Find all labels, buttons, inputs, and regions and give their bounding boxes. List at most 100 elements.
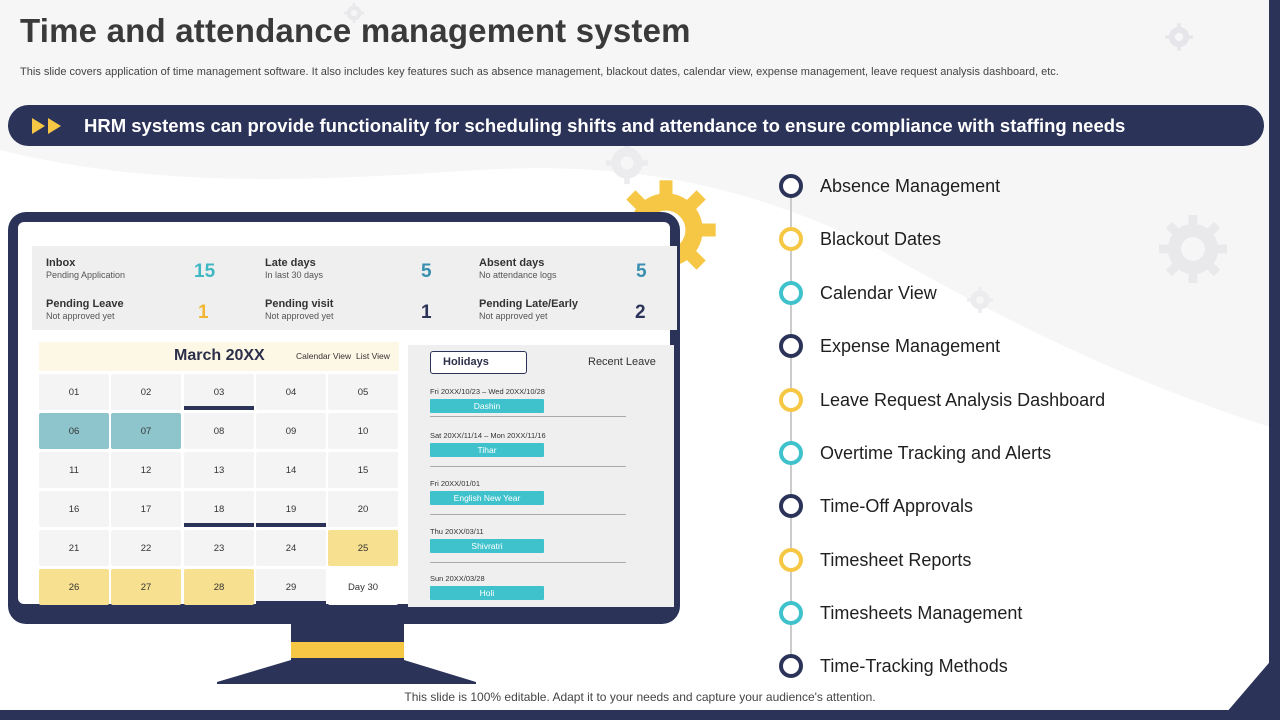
calendar-day[interactable]: 10	[328, 413, 398, 449]
footer-note: This slide is 100% editable. Adapt it to…	[404, 690, 876, 704]
calendar-day[interactable]: 12	[111, 452, 181, 488]
calendar-day[interactable]: 02	[111, 374, 181, 410]
feature-label: Calendar View	[820, 282, 937, 303]
stat-title: Late days	[265, 257, 316, 269]
day-number: 27	[140, 581, 152, 593]
holiday-name: Holi	[430, 586, 544, 600]
stat-pending-leave[interactable]: Pending Leave Not approved yet 1	[46, 298, 246, 334]
list-view-toggle[interactable]: List View	[356, 351, 390, 361]
feature-item[interactable]: Overtime Tracking and Alerts	[779, 441, 1051, 465]
calendar-day[interactable]: 08	[184, 413, 254, 449]
day-number: 09	[285, 425, 297, 437]
day-number: 17	[140, 503, 152, 515]
day-number: 12	[140, 464, 152, 476]
stat-absent-days[interactable]: Absent days No attendance logs 5	[479, 257, 679, 293]
holiday-name: English New Year	[430, 491, 544, 505]
feature-item[interactable]: Timesheets Management	[779, 601, 1022, 625]
day-number: 02	[140, 386, 152, 398]
stat-subtitle: In last 30 days	[265, 270, 324, 280]
calendar-day[interactable]: 25	[328, 530, 398, 566]
stat-value: 15	[194, 261, 216, 282]
feature-label: Timesheets Management	[820, 602, 1023, 623]
holiday-date: Sat 20XX/11/14 – Mon 20XX/11/16	[430, 431, 546, 440]
day-number: 11	[69, 464, 79, 476]
day-number: 20	[357, 503, 369, 515]
stat-value: 1	[421, 302, 432, 323]
calendar-view-toggle[interactable]: Calendar View	[296, 351, 351, 361]
holiday-item[interactable]: Fri 20XX/01/01 English New Year	[430, 479, 626, 515]
day-number: 08	[213, 425, 225, 437]
calendar-day[interactable]: 15	[328, 452, 398, 488]
calendar-day[interactable]: 24	[256, 530, 326, 566]
holiday-date: Thu 20XX/03/11	[430, 527, 484, 536]
divider	[430, 416, 626, 417]
banner-text: HRM systems can provide functionality fo…	[84, 114, 1126, 136]
calendar-day[interactable]: 17	[111, 491, 181, 527]
feature-item[interactable]: Absence Management	[779, 174, 1000, 198]
day-number: 24	[285, 542, 297, 554]
headline-banner: HRM systems can provide functionality fo…	[8, 105, 1264, 146]
stat-subtitle: Not approved yet	[479, 311, 548, 321]
calendar-day[interactable]: 13	[184, 452, 254, 488]
calendar-day[interactable]: 07	[111, 413, 181, 449]
circle-marker-icon	[779, 227, 803, 251]
calendar-day[interactable]: 19	[256, 491, 326, 527]
calendar-day[interactable]: Day 30	[328, 569, 398, 605]
calendar-day[interactable]: 01	[39, 374, 109, 410]
holiday-item[interactable]: Sun 20XX/03/28 Holi	[430, 574, 626, 600]
day-number: 29	[285, 581, 297, 593]
calendar-day[interactable]: 09	[256, 413, 326, 449]
day-number: 23	[213, 542, 225, 554]
calendar-day[interactable]: 18	[184, 491, 254, 527]
holiday-item[interactable]: Sat 20XX/11/14 – Mon 20XX/11/16 Tihar	[430, 431, 626, 467]
calendar-day[interactable]: 20	[328, 491, 398, 527]
holiday-item[interactable]: Thu 20XX/03/11 Shivratri	[430, 527, 626, 563]
monitor-stand	[217, 660, 476, 684]
tab-holidays[interactable]: Holidays	[430, 351, 527, 374]
feature-item[interactable]: Expense Management	[779, 334, 1000, 358]
stat-title: Pending Leave	[46, 298, 124, 310]
calendar-day[interactable]: 16	[39, 491, 109, 527]
calendar-day[interactable]: 05	[328, 374, 398, 410]
page-title: Time and attendance management system	[20, 12, 691, 49]
corner-decoration	[1220, 650, 1280, 720]
feature-item[interactable]: Time-Tracking Methods	[779, 654, 1008, 678]
stat-late-days[interactable]: Late days In last 30 days 5	[265, 257, 465, 293]
calendar-day[interactable]: 06	[39, 413, 109, 449]
calendar-day[interactable]: 23	[184, 530, 254, 566]
circle-marker-icon	[779, 334, 803, 358]
stat-pending-visit[interactable]: Pending visit Not approved yet 1	[265, 298, 465, 334]
calendar-day[interactable]: 29	[256, 569, 326, 605]
divider	[430, 514, 626, 515]
calendar-day[interactable]: 28	[184, 569, 254, 605]
stat-title: Absent days	[479, 257, 545, 269]
holiday-item[interactable]: Fri 20XX/10/23 – Wed 20XX/10/28 Dashin	[430, 387, 626, 417]
feature-item[interactable]: Calendar View	[779, 281, 937, 305]
calendar-day[interactable]: 26	[39, 569, 109, 605]
feature-item[interactable]: Blackout Dates	[779, 227, 941, 251]
calendar-day[interactable]: 03	[184, 374, 254, 410]
stat-pending-late-early[interactable]: Pending Late/Early Not approved yet 2	[479, 298, 679, 334]
calendar-day[interactable]: 11	[39, 452, 109, 488]
feature-label: Time-Tracking Methods	[820, 655, 1008, 676]
feature-item[interactable]: Timesheet Reports	[779, 548, 971, 572]
circle-marker-icon	[779, 174, 803, 198]
feature-item[interactable]: Time-Off Approvals	[779, 494, 973, 518]
circle-marker-icon	[779, 548, 803, 572]
day-number: Day 30	[347, 581, 379, 593]
day-number: 05	[357, 386, 369, 398]
feature-label: Expense Management	[820, 335, 1001, 356]
tab-recent-leave[interactable]: Recent Leave	[588, 356, 656, 368]
calendar-day[interactable]: 21	[39, 530, 109, 566]
stat-value: 5	[421, 261, 432, 282]
stat-inbox[interactable]: Inbox Pending Application 15	[46, 257, 246, 293]
calendar-day[interactable]: 27	[111, 569, 181, 605]
calendar-day[interactable]: 22	[111, 530, 181, 566]
feature-item[interactable]: Leave Request Analysis Dashboard	[779, 388, 1105, 412]
day-number: 26	[68, 581, 80, 593]
calendar-day[interactable]: 04	[256, 374, 326, 410]
holiday-date: Fri 20XX/10/23 – Wed 20XX/10/28	[430, 387, 545, 396]
stat-subtitle: Not approved yet	[265, 311, 334, 321]
stat-value: 2	[635, 302, 646, 323]
calendar-day[interactable]: 14	[256, 452, 326, 488]
